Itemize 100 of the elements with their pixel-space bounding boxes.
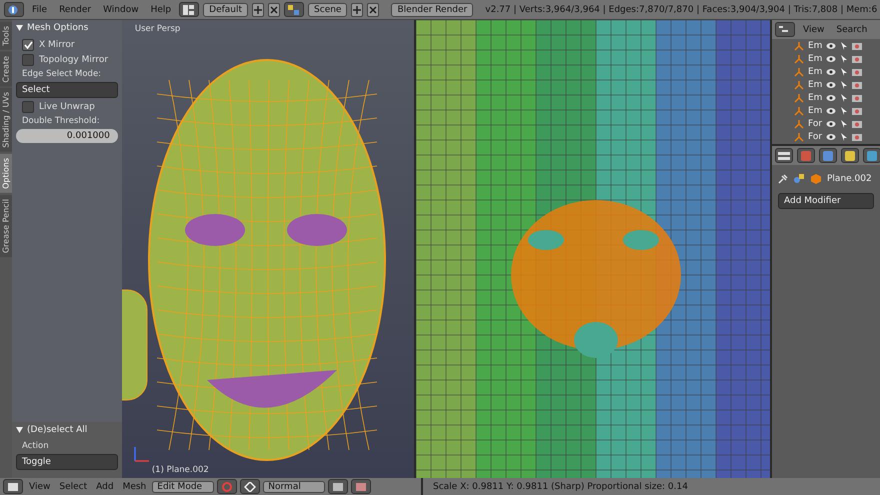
- menu-item[interactable]: Add: [93, 482, 117, 492]
- menu-item[interactable]: File: [28, 4, 52, 14]
- select-mode-icon: [332, 482, 344, 492]
- outliner-row[interactable]: Em: [772, 39, 880, 52]
- select-mode-button[interactable]: [328, 479, 348, 494]
- checkbox[interactable]: Live Unwrap: [16, 101, 118, 113]
- scene-button[interactable]: [284, 2, 304, 17]
- menu-item[interactable]: Help: [146, 4, 176, 14]
- object-name: Em: [808, 92, 822, 102]
- add-modifier-dropdown[interactable]: Add Modifier: [778, 193, 874, 209]
- outliner-row[interactable]: Em: [772, 91, 880, 104]
- camera-icon: [852, 54, 862, 63]
- layout-field[interactable]: Default: [203, 2, 248, 16]
- select-mode-icon: [355, 482, 368, 492]
- menu-item[interactable]: View: [799, 24, 828, 34]
- object-icon: [794, 132, 804, 142]
- cube-icon: [810, 173, 822, 185]
- object-icon: [794, 80, 804, 90]
- eye-icon: [826, 94, 836, 102]
- eye-icon: [826, 54, 836, 62]
- view-label: User Persp: [134, 24, 180, 34]
- field-label: Edge Select Mode:: [21, 69, 102, 79]
- camera-icon: [852, 93, 862, 102]
- camera-icon: [852, 132, 862, 141]
- object-name: Em: [808, 40, 822, 50]
- tool-tab[interactable]: Tools: [0, 22, 12, 50]
- field-label: Action: [21, 441, 50, 451]
- editor-type-icon: [8, 4, 20, 14]
- object-name: For: [808, 118, 822, 128]
- close-icon: [368, 4, 378, 14]
- outliner-row[interactable]: Em: [772, 52, 880, 65]
- menu-item[interactable]: View: [26, 482, 54, 492]
- pin-icon: [778, 174, 788, 184]
- collapse-triangle-icon: [16, 25, 23, 31]
- eye-icon: [826, 80, 836, 88]
- threshold-field[interactable]: 0.001000: [16, 129, 118, 143]
- editor-type-button[interactable]: [4, 2, 24, 17]
- object-icon: [794, 40, 804, 50]
- outliner-row[interactable]: Em: [772, 78, 880, 91]
- screen-layout-icon: [183, 4, 196, 14]
- menu-item[interactable]: Window: [99, 4, 143, 14]
- menu-item[interactable]: Mesh: [120, 482, 150, 492]
- outliner-row[interactable]: Em: [772, 104, 880, 117]
- scene-icon: [288, 4, 300, 14]
- close-button[interactable]: [268, 2, 280, 16]
- object-icon: [794, 66, 804, 76]
- editor-type-icon: [779, 24, 791, 34]
- editor-type-button[interactable]: [775, 22, 795, 37]
- scene-statistics: v2.77 | Verts:3,964/3,964 | Edges:7,870/7,870 | Faces:3,904/3,904 | Tris:7,808 | Mem:6: [485, 4, 878, 14]
- outliner-row[interactable]: Em: [772, 65, 880, 78]
- menu-item[interactable]: Select: [56, 482, 90, 492]
- outliner-row[interactable]: For: [772, 130, 880, 143]
- select-mode-button[interactable]: [351, 479, 372, 494]
- add-icon: [253, 4, 264, 14]
- checkbox[interactable]: X Mirror: [16, 39, 118, 51]
- action-dropdown[interactable]: Toggle: [16, 454, 118, 470]
- scene-field[interactable]: Scene: [308, 2, 348, 16]
- object-name: For: [808, 132, 822, 142]
- orientation-dropdown[interactable]: Normal: [263, 480, 326, 492]
- eye-icon: [826, 42, 836, 50]
- object-icon: [794, 106, 804, 116]
- panel-header[interactable]: Mesh Options: [27, 23, 88, 33]
- manipulator-button[interactable]: [240, 479, 260, 494]
- context-tab-button[interactable]: [863, 148, 880, 163]
- eye-icon: [826, 106, 836, 114]
- eye-icon: [826, 68, 836, 76]
- add-button[interactable]: [252, 2, 264, 16]
- menu-item[interactable]: Search: [832, 24, 872, 34]
- tool-tab[interactable]: Grease Pencil: [0, 194, 12, 258]
- mode-dropdown[interactable]: Edit Mode: [152, 480, 214, 492]
- mesh-object-icon: [793, 174, 805, 184]
- tool-tab[interactable]: Create: [0, 52, 12, 86]
- context-tab-icon: [822, 150, 834, 160]
- editor-type-icon: [778, 150, 790, 160]
- camera-icon: [852, 67, 862, 76]
- checkbox[interactable]: Topology Mirror: [16, 54, 118, 66]
- camera-icon: [852, 106, 862, 115]
- camera-icon: [852, 119, 862, 128]
- editor-type-button[interactable]: [775, 148, 793, 163]
- close-icon: [269, 4, 280, 14]
- camera-icon: [852, 80, 862, 89]
- edge-select-dropdown[interactable]: Select: [16, 82, 118, 98]
- eye-icon: [826, 132, 836, 140]
- tool-tab[interactable]: Options: [0, 154, 12, 193]
- screen-layout-button[interactable]: [179, 2, 200, 17]
- close-button[interactable]: [367, 2, 380, 16]
- checkmark-icon: [24, 41, 32, 49]
- pivot-icon: [221, 482, 234, 492]
- render-engine-dropdown[interactable]: Blender Render: [391, 2, 474, 16]
- editor-type-button[interactable]: [3, 479, 23, 494]
- operator-header[interactable]: (De)select All: [27, 425, 88, 435]
- context-tab-icon: [800, 150, 812, 160]
- outliner-row[interactable]: For: [772, 117, 880, 130]
- tool-tab[interactable]: Shading / UVs: [0, 88, 12, 152]
- add-button[interactable]: [351, 2, 364, 16]
- menu-item[interactable]: Render: [55, 4, 96, 14]
- object-name: Em: [808, 54, 822, 64]
- context-tab-button[interactable]: [841, 148, 859, 163]
- context-tab-button[interactable]: [819, 148, 837, 163]
- add-icon: [352, 4, 362, 14]
